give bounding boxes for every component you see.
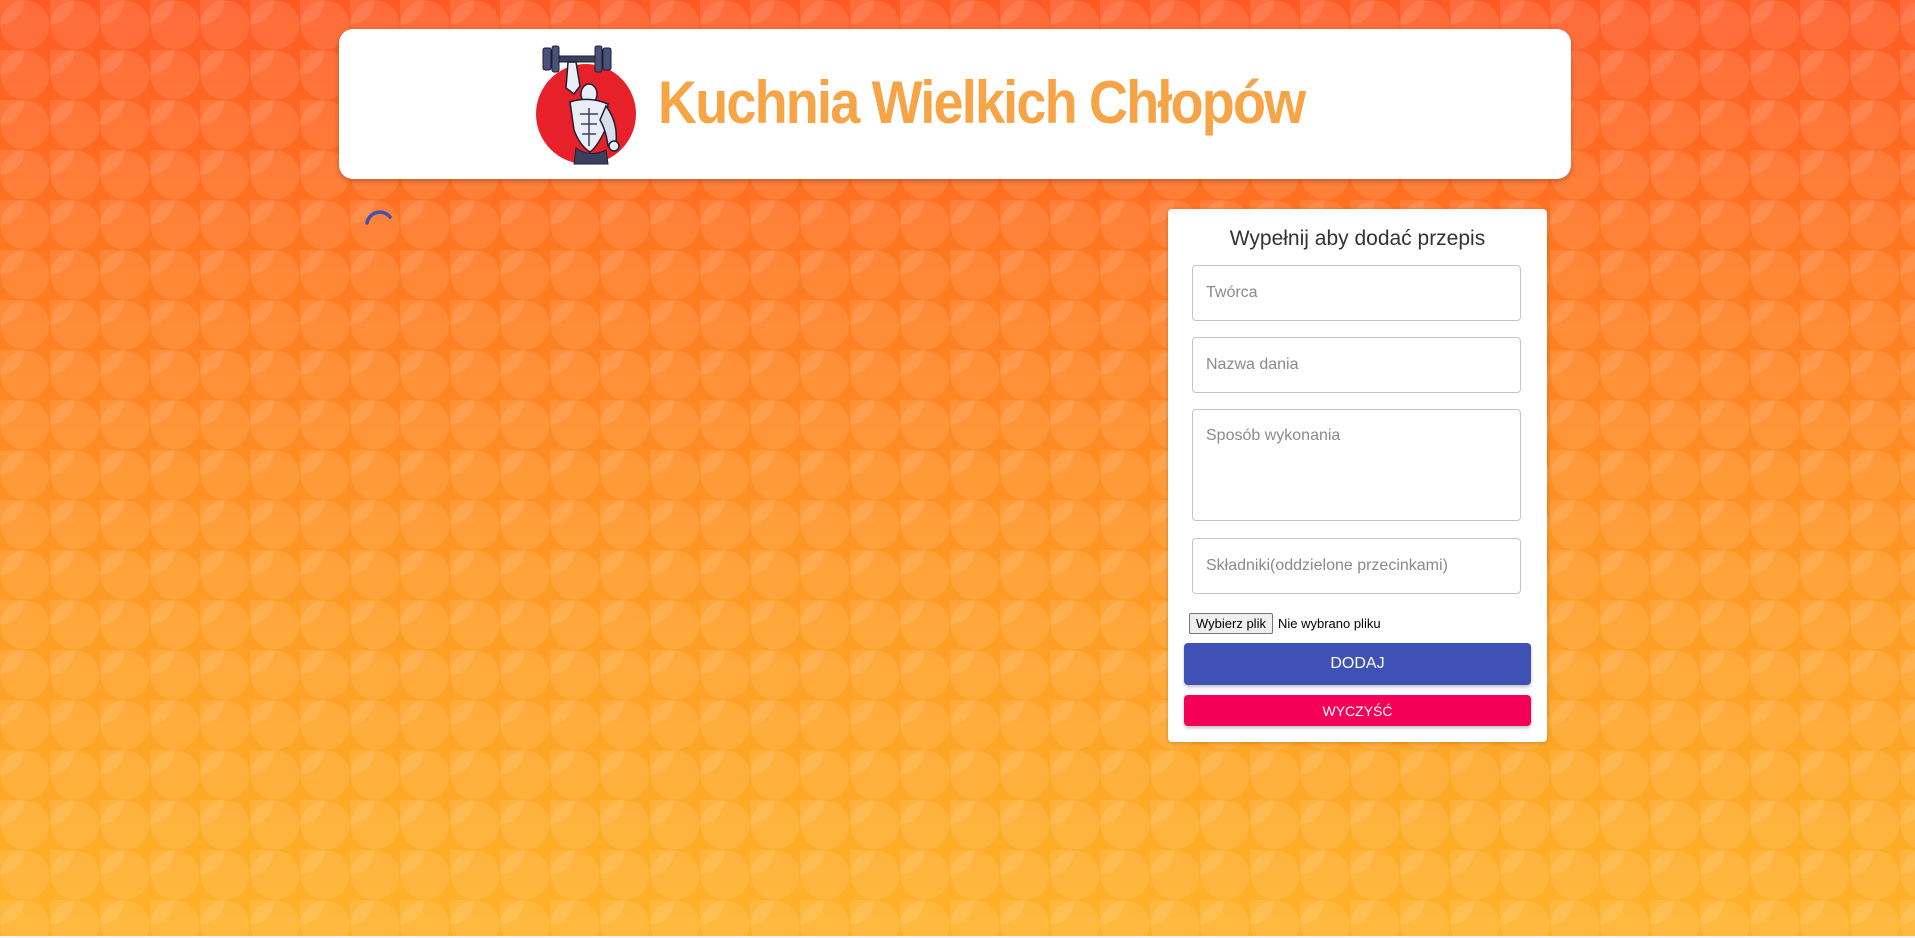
- loading-spinner-icon: [362, 207, 398, 243]
- form-title: Wypełnij aby dodać przepis: [1229, 227, 1486, 250]
- add-button[interactable]: DODAJ: [1184, 643, 1531, 685]
- dish-name-field[interactable]: [1192, 337, 1521, 393]
- ingredients-field[interactable]: [1192, 538, 1521, 594]
- choose-file-button[interactable]: Wybierz plik: [1189, 612, 1273, 634]
- add-recipe-form: Wypełnij aby dodać przepis Wybierz plik …: [1168, 209, 1547, 742]
- file-status-label: Nie wybrano pliku: [1277, 615, 1381, 631]
- site-title: Kuchnia Wielkich Chłopów: [657, 68, 1306, 136]
- author-field[interactable]: [1192, 265, 1521, 321]
- clear-button[interactable]: WYCZYŚĆ: [1184, 695, 1531, 726]
- method-field[interactable]: [1192, 409, 1521, 521]
- page-background: Kuchnia Wielkich Chłopów Wypełnij aby do…: [0, 0, 1915, 938]
- file-input: Wybierz plik Nie wybrano pliku: [1189, 612, 1381, 634]
- bodybuilder-dumbbell-logo-icon: [534, 42, 644, 166]
- site-header: Kuchnia Wielkich Chłopów: [339, 29, 1571, 179]
